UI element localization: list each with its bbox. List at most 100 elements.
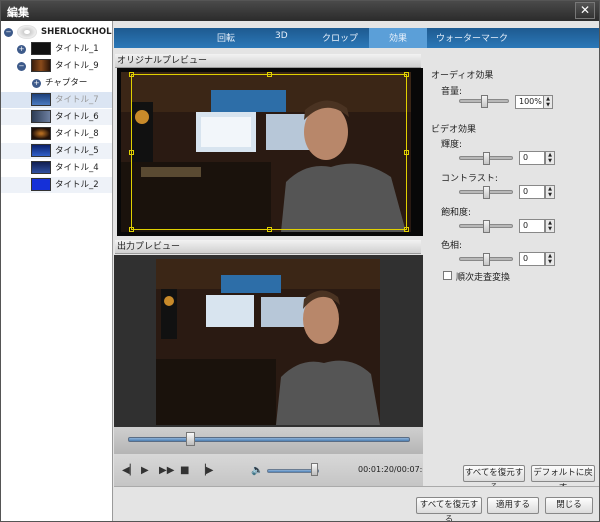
brightness-label: 輝度:: [441, 140, 463, 150]
hue-field[interactable]: 0: [519, 252, 545, 266]
deinterlace-label: 順次走査変換: [456, 273, 511, 283]
tree-item-label: チャプター: [45, 78, 88, 88]
audio-volume-field[interactable]: 100%: [515, 95, 545, 109]
edit-window: 編集 ✕ − SHERLOCKHOL••• + タイトル_1 − タイトル_9 …: [0, 0, 600, 522]
audio-volume-handle[interactable]: [481, 95, 488, 108]
expand-icon[interactable]: +: [17, 45, 26, 54]
next-icon[interactable]: ▕▶: [198, 465, 213, 476]
tree-root-label: SHERLOCKHOL•••: [41, 27, 112, 37]
spin-arrows-icon[interactable]: ▲ ▼: [545, 185, 555, 199]
effect-tabs: 回転 3D クロップ 効果 ウォーターマーク: [114, 28, 599, 48]
title-thumbnail: [31, 42, 51, 55]
title-thumbnail: [31, 127, 51, 140]
tree-item-label: タイトル_2: [55, 180, 99, 190]
close-button[interactable]: 閉じる: [545, 497, 593, 514]
tree-item-title-9[interactable]: − タイトル_9: [1, 58, 112, 74]
crop-handle[interactable]: [129, 72, 134, 77]
crop-handle[interactable]: [129, 227, 134, 232]
saturation-label: 飽和度:: [441, 208, 472, 218]
tree-item-label: タイトル_4: [55, 163, 99, 173]
tree-item-label: タイトル_7: [55, 95, 99, 105]
tree-item-label: タイトル_6: [55, 112, 99, 122]
title-thumbnail: [31, 161, 51, 174]
tab-rotate[interactable]: 回転: [217, 31, 235, 44]
contrast-handle[interactable]: [483, 186, 490, 199]
output-preview: [114, 255, 423, 427]
crop-handle[interactable]: [404, 72, 409, 77]
tree-item-label: タイトル_9: [55, 61, 99, 71]
apply-button[interactable]: 適用する: [487, 497, 539, 514]
tree-item-label: タイトル_5: [55, 146, 99, 156]
dialog-footer: すべてを復元する 適用する 閉じる: [114, 486, 599, 521]
expand-icon[interactable]: +: [32, 79, 41, 88]
crop-handle[interactable]: [267, 72, 272, 77]
stop-icon[interactable]: ■: [180, 465, 189, 476]
title-thumbnail: [31, 178, 51, 191]
deinterlace-checkbox[interactable]: [443, 271, 452, 280]
tree-item-label: タイトル_8: [55, 129, 99, 139]
output-preview-label: 出力プレビュー: [115, 240, 421, 254]
crop-handle[interactable]: [404, 150, 409, 155]
restore-all-button[interactable]: すべてを復元する: [416, 497, 482, 521]
seek-handle[interactable]: [186, 432, 196, 446]
original-preview: [117, 68, 423, 236]
crop-handle[interactable]: [404, 227, 409, 232]
contrast-field[interactable]: 0: [519, 185, 545, 199]
volume-label: 音量:: [441, 87, 463, 97]
play-icon[interactable]: ▶: [141, 465, 149, 476]
reset-default-button[interactable]: デフォルトに戻す: [531, 465, 595, 493]
title-thumbnail: [31, 144, 51, 157]
restore-all-effects-button[interactable]: すべてを復元する: [463, 465, 525, 493]
window-title: 編集: [7, 6, 29, 19]
tree-item-chapter[interactable]: + チャプター: [1, 75, 112, 91]
title-bar: 編集 ✕: [1, 1, 599, 21]
spin-arrows-icon[interactable]: ▲ ▼: [545, 219, 555, 233]
saturation-field[interactable]: 0: [519, 219, 545, 233]
volume-icon[interactable]: 🔈: [251, 465, 263, 476]
output-video-frame: [156, 259, 380, 425]
crop-handle[interactable]: [267, 227, 272, 232]
effect-settings: オーディオ効果 音量: 100% ▲ ▼ ビデオ効果 輝度: 0 ▲ ▼ コントラス…: [423, 48, 599, 493]
original-preview-label: オリジナルプレビュー: [115, 54, 421, 68]
collapse-icon[interactable]: −: [4, 28, 13, 37]
spin-arrows-icon[interactable]: ▲ ▼: [543, 95, 553, 109]
seek-bar-area: [114, 427, 423, 454]
crop-handle[interactable]: [129, 150, 134, 155]
brightness-handle[interactable]: [483, 152, 490, 165]
tree-item-title-4[interactable]: タイトル_4: [1, 160, 112, 176]
fast-forward-icon[interactable]: ▶▶: [159, 465, 174, 476]
tab-crop[interactable]: クロップ: [322, 31, 358, 44]
prev-icon[interactable]: ◀▏: [122, 465, 137, 476]
tree-item-label: タイトル_1: [55, 44, 99, 54]
saturation-handle[interactable]: [483, 220, 490, 233]
tree-root[interactable]: − SHERLOCKHOL•••: [1, 24, 112, 40]
tab-3d[interactable]: 3D: [275, 31, 288, 41]
tree-item-title-5[interactable]: タイトル_5: [1, 143, 112, 159]
tab-effect[interactable]: 効果: [369, 28, 427, 48]
seek-bar[interactable]: [128, 437, 410, 442]
tab-watermark[interactable]: ウォーターマーク: [436, 31, 508, 44]
audio-effect-heading: オーディオ効果: [431, 71, 494, 81]
tree-item-title-8[interactable]: タイトル_8: [1, 126, 112, 142]
video-effect-heading: ビデオ効果: [431, 125, 477, 135]
tree-item-title-2[interactable]: タイトル_2: [1, 177, 112, 193]
time-display: 00:01:20/00:07:06: [358, 465, 433, 474]
title-thumbnail: [31, 93, 51, 106]
hue-handle[interactable]: [483, 253, 490, 266]
title-tree: − SHERLOCKHOL••• + タイトル_1 − タイトル_9 + チャプ…: [1, 21, 113, 521]
tree-item-title-7[interactable]: タイトル_7: [1, 92, 112, 108]
title-thumbnail: [31, 59, 51, 72]
video-scene: [156, 259, 380, 425]
disc-icon: [17, 25, 37, 39]
title-thumbnail: [31, 110, 51, 123]
crop-frame[interactable]: [131, 74, 407, 230]
spin-arrows-icon[interactable]: ▲ ▼: [545, 252, 555, 266]
brightness-field[interactable]: 0: [519, 151, 545, 165]
original-video-frame: [121, 72, 411, 232]
tree-item-title-6[interactable]: タイトル_6: [1, 109, 112, 125]
collapse-icon[interactable]: −: [17, 62, 26, 71]
volume-handle[interactable]: [310, 463, 318, 476]
tree-item-title-1[interactable]: + タイトル_1: [1, 41, 112, 57]
spin-arrows-icon[interactable]: ▲ ▼: [545, 151, 555, 165]
close-window-button[interactable]: ✕: [575, 2, 595, 19]
